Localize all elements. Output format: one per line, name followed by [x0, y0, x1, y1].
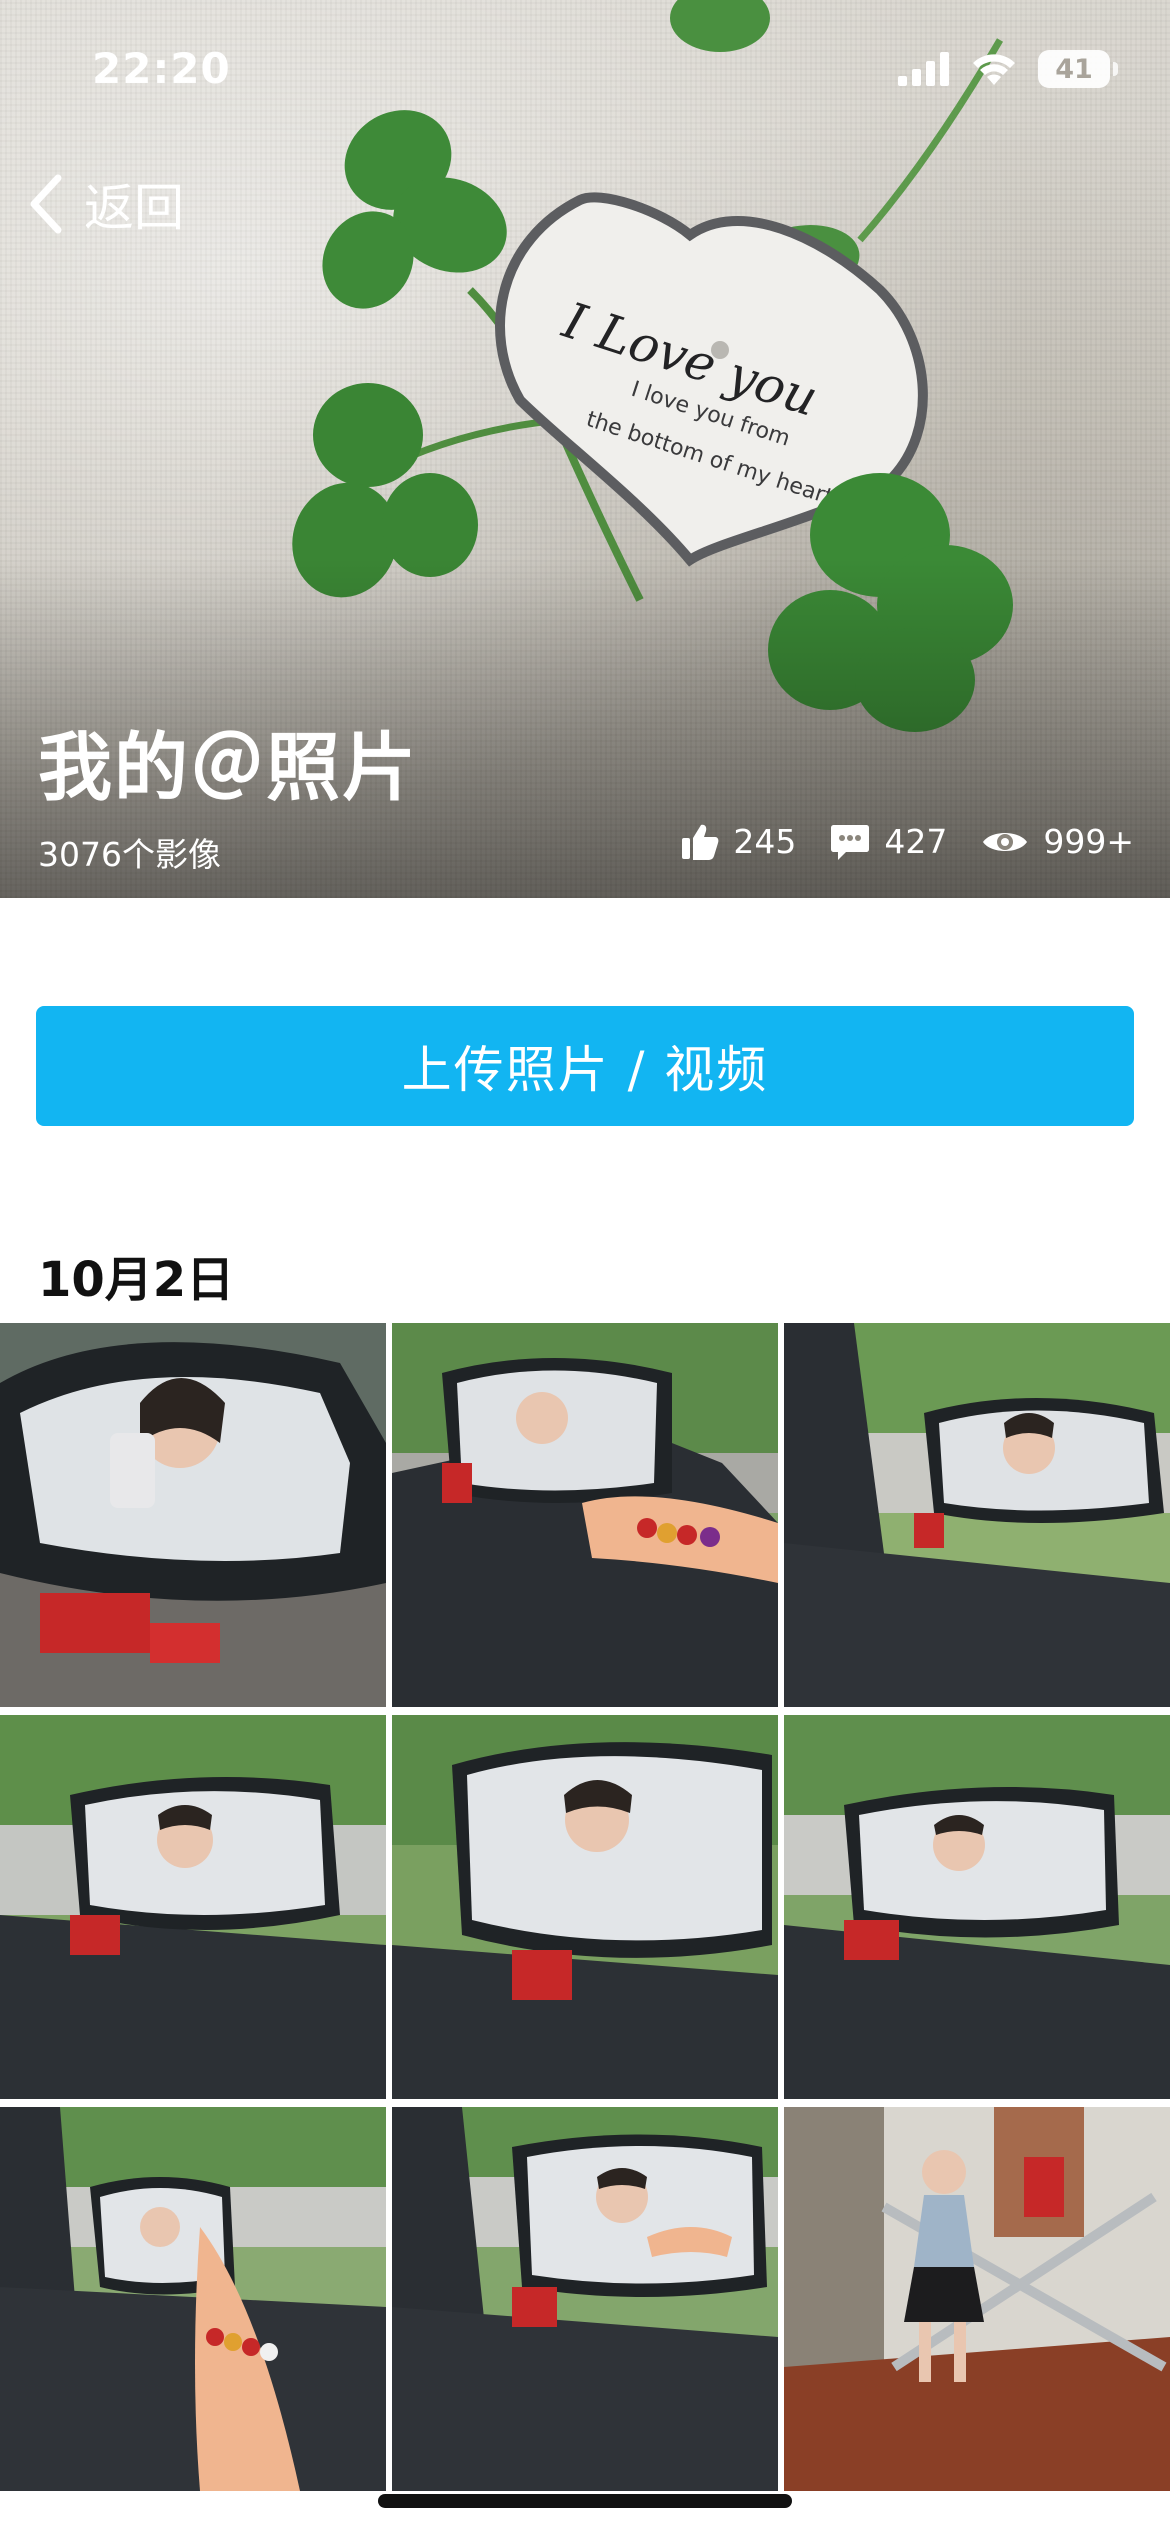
comments-stat[interactable]: 427 — [830, 822, 947, 861]
likes-count: 245 — [733, 822, 797, 861]
status-time: 22:20 — [92, 44, 231, 93]
photo-thumbnail[interactable] — [0, 1715, 386, 2099]
comment-icon — [831, 824, 870, 860]
chevron-left-icon — [30, 174, 62, 234]
views-count: 999+ — [1043, 822, 1134, 861]
album-cover: I Love you I love you from the bottom of… — [0, 0, 1170, 898]
album-title: 我的＠照片 — [38, 725, 418, 811]
photo-thumbnail[interactable] — [392, 1323, 778, 1707]
status-bar: 22:20 41 — [0, 0, 1170, 140]
home-indicator — [378, 2494, 792, 2508]
cellular-signal-icon — [898, 52, 949, 86]
photo-thumbnail[interactable] — [784, 2107, 1170, 2491]
date-section-header: 10月2日 — [38, 1252, 235, 1308]
comments-count: 427 — [884, 822, 948, 861]
status-icons: 41 — [898, 50, 1118, 88]
media-count: 3076个影像 — [38, 835, 221, 874]
photo-thumbnail[interactable] — [0, 2107, 386, 2491]
battery-icon: 41 — [1038, 50, 1118, 88]
photo-thumbnail[interactable] — [0, 1323, 386, 1707]
thumbs-up-icon — [682, 824, 719, 860]
photo-thumbnail[interactable] — [784, 1715, 1170, 2099]
upload-button[interactable]: 上传照片 / 视频 — [36, 1006, 1134, 1126]
likes-stat[interactable]: 245 — [681, 822, 796, 861]
album-stats: 245 427 999+ — [681, 822, 1134, 861]
wifi-icon — [973, 54, 1015, 85]
back-label: 返回 — [84, 179, 184, 237]
eye-icon — [983, 832, 1028, 851]
photo-thumbnail[interactable] — [392, 2107, 778, 2491]
views-stat: 999+ — [981, 822, 1134, 861]
photo-thumbnail[interactable] — [392, 1715, 778, 2099]
photo-thumbnail[interactable] — [784, 1323, 1170, 1707]
back-button[interactable]: 返回 — [26, 168, 184, 240]
